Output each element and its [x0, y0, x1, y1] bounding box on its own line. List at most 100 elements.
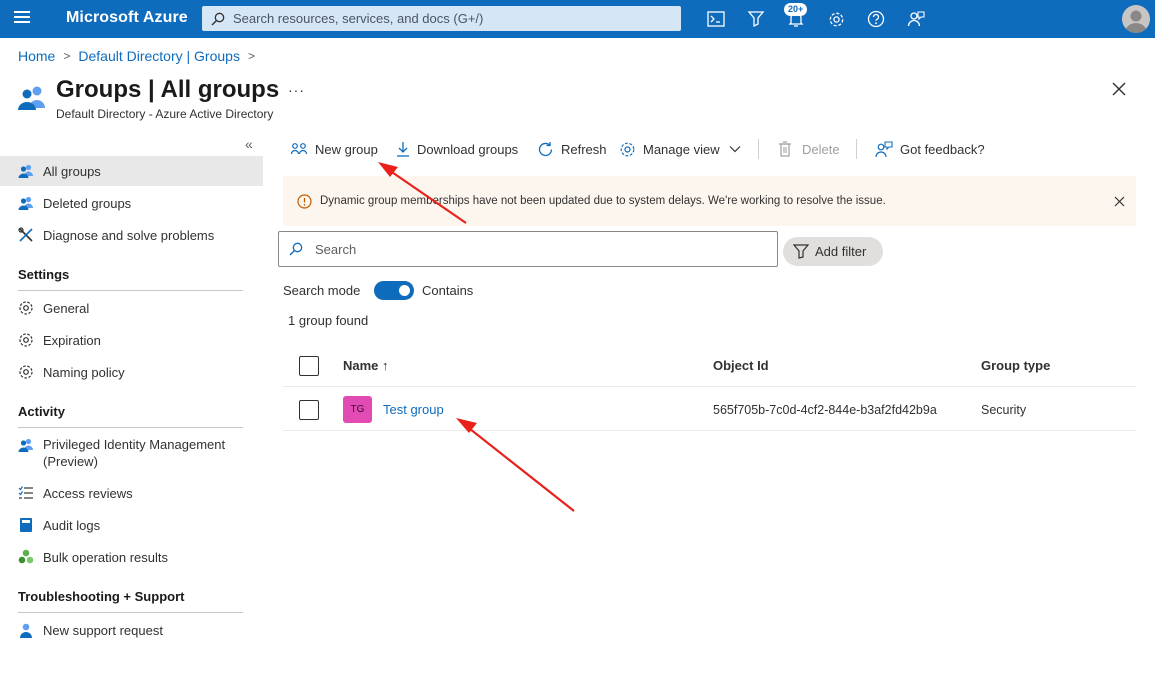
command-divider — [758, 139, 759, 159]
close-icon[interactable] — [1112, 82, 1126, 99]
directory-filter-icon[interactable] — [745, 8, 767, 30]
delete-button[interactable]: Delete — [778, 139, 840, 159]
sidebar-item-diagnose[interactable]: Diagnose and solve problems — [0, 220, 263, 250]
group-name-link[interactable]: Test group — [383, 402, 444, 417]
trash-icon — [778, 141, 792, 157]
breadcrumb: Home > Default Directory | Groups > — [18, 48, 263, 64]
table-header: Name ↑ Object Id Group type — [283, 345, 1136, 387]
manage-view-label: Manage view — [643, 141, 720, 157]
add-filter-button[interactable]: Add filter — [783, 237, 883, 266]
refresh-icon — [537, 141, 554, 158]
help-icon[interactable] — [865, 8, 887, 30]
global-search[interactable] — [202, 6, 681, 31]
search-mode-value: Contains — [422, 283, 474, 298]
divider — [18, 427, 243, 428]
breadcrumb-home[interactable]: Home — [18, 48, 55, 64]
sidebar-item-pim[interactable]: Privileged Identity Management (Preview) — [0, 433, 263, 473]
refresh-label: Refresh — [561, 141, 607, 157]
warning-info-icon — [297, 193, 312, 209]
manage-view-button[interactable]: Manage view — [619, 139, 741, 159]
sidebar-item-label: Bulk operation results — [43, 549, 169, 565]
search-icon — [211, 12, 225, 25]
bulk-icon — [18, 549, 34, 564]
cloud-shell-icon[interactable] — [705, 8, 727, 30]
command-divider — [856, 139, 857, 159]
select-all-checkbox[interactable] — [299, 356, 319, 376]
refresh-button[interactable]: Refresh — [537, 139, 607, 159]
settings-gear-icon[interactable] — [825, 8, 847, 30]
warning-banner: Dynamic group memberships have not been … — [283, 176, 1136, 226]
sidebar-item-label: New support request — [43, 622, 163, 638]
sidebar-item-new-support-request[interactable]: New support request — [0, 615, 263, 645]
page-subtitle: Default Directory - Azure Active Directo… — [56, 107, 274, 121]
sidebar-item-naming-policy[interactable]: Naming policy — [0, 357, 263, 387]
feedback-label: Got feedback? — [900, 141, 985, 157]
sidebar-item-expiration[interactable]: Expiration — [0, 325, 263, 355]
more-options-icon[interactable]: ··· — [288, 82, 305, 98]
gear-icon — [19, 301, 33, 315]
book-icon — [20, 518, 32, 532]
group-type-cell: Security — [981, 403, 1027, 417]
divider — [18, 290, 243, 291]
sidebar-item-bulk-operation-results[interactable]: Bulk operation results — [0, 542, 263, 572]
download-icon — [396, 141, 410, 157]
close-icon[interactable] — [1114, 195, 1125, 210]
support-person-icon — [20, 623, 32, 638]
sidebar-item-label: Diagnose and solve problems — [43, 227, 215, 243]
top-bar: Microsoft Azure 20+ — [0, 0, 1155, 38]
groups-icon — [17, 84, 47, 113]
search-mode-toggle[interactable] — [374, 281, 414, 300]
sidebar-item-label: Audit logs — [43, 517, 101, 533]
breadcrumb-directory-groups[interactable]: Default Directory | Groups — [78, 48, 240, 64]
annotation-arrow-test-group — [456, 418, 575, 512]
search-icon — [289, 242, 303, 256]
new-group-label: New group — [315, 141, 378, 157]
groups-icon — [18, 164, 33, 178]
gear-icon — [19, 333, 33, 347]
add-filter-label: Add filter — [815, 244, 867, 259]
download-groups-label: Download groups — [417, 141, 519, 157]
toggle-knob — [399, 285, 410, 296]
brand-title[interactable]: Microsoft Azure — [66, 9, 188, 27]
sidebar-item-all-groups[interactable]: All groups — [0, 156, 263, 186]
chevron-right-icon: > — [247, 49, 255, 63]
result-count: 1 group found — [288, 313, 369, 328]
new-group-icon — [291, 142, 308, 157]
group-search-input[interactable] — [315, 241, 755, 257]
hamburger-menu-icon[interactable] — [14, 11, 30, 25]
page-title: Groups | All groups — [56, 76, 280, 103]
sidebar-item-label: Privileged Identity Management (Preview) — [43, 437, 226, 469]
sidebar-item-label: Access reviews — [43, 485, 133, 501]
gear-icon — [619, 141, 636, 158]
sidebar-item-access-reviews[interactable]: Access reviews — [0, 478, 263, 508]
sidebar-item-general[interactable]: General — [0, 293, 263, 323]
new-group-button[interactable]: New group — [291, 139, 378, 159]
wrench-icon — [18, 227, 33, 242]
download-groups-button[interactable]: Download groups — [396, 139, 518, 159]
section-heading-settings: Settings — [18, 267, 70, 282]
column-header-group-type[interactable]: Group type — [981, 358, 1050, 373]
feedback-person-icon — [875, 140, 893, 158]
section-heading-activity: Activity — [18, 404, 65, 419]
sidebar-item-label: Deleted groups — [43, 195, 132, 211]
table-row: TG Test group 565f705b-7c0d-4cf2-844e-b3… — [283, 388, 1136, 431]
sidebar-item-label: General — [43, 300, 90, 316]
user-silhouette-icon — [1125, 10, 1147, 33]
warning-banner-message: Dynamic group memberships have not been … — [320, 195, 886, 207]
sidebar-item-audit-logs[interactable]: Audit logs — [0, 510, 263, 540]
column-header-name[interactable]: Name ↑ — [343, 358, 389, 373]
gear-icon — [19, 365, 33, 379]
column-header-object-id[interactable]: Object Id — [713, 358, 769, 373]
search-mode-label: Search mode — [283, 283, 361, 298]
groups-icon — [18, 196, 33, 210]
collapse-sidebar-icon[interactable]: « — [245, 136, 253, 152]
sidebar-item-deleted-groups[interactable]: Deleted groups — [0, 188, 263, 218]
row-checkbox[interactable] — [299, 400, 319, 420]
user-avatar[interactable] — [1122, 5, 1150, 33]
sidebar-item-label: Expiration — [43, 332, 101, 348]
group-search-box[interactable] — [278, 231, 778, 267]
feedback-button[interactable]: Got feedback? — [875, 139, 985, 159]
global-search-input[interactable] — [233, 11, 673, 26]
sidebar-item-label: All groups — [43, 163, 101, 179]
feedback-person-icon[interactable] — [905, 8, 927, 30]
